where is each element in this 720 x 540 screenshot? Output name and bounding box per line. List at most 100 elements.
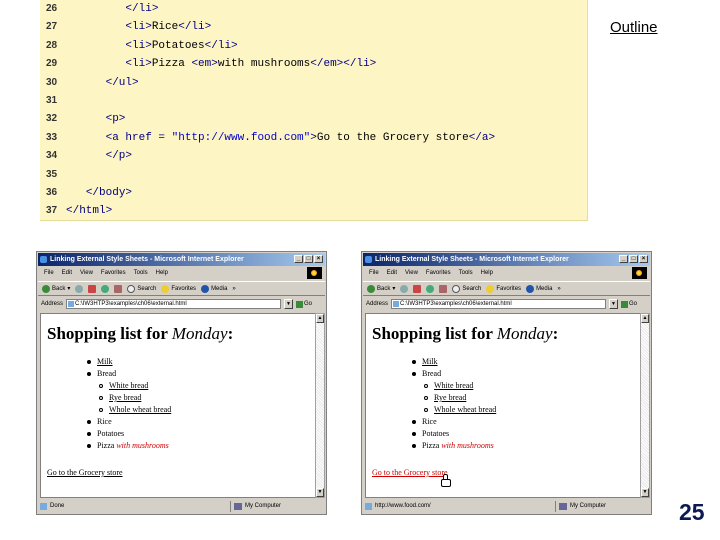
address-input[interactable]: C:\IW3HTP3\examples\ch06\external.html — [66, 299, 282, 309]
list-item-link[interactable]: Whole wheat bread — [109, 404, 171, 416]
minimize-button[interactable]: _ — [294, 255, 303, 263]
menu-favorites[interactable]: Favorites — [101, 267, 126, 280]
go-arrow-icon — [296, 300, 304, 308]
stop-icon — [88, 284, 97, 293]
media-button[interactable]: Media — [201, 282, 227, 295]
address-dropdown-button[interactable]: ▼ — [284, 299, 294, 309]
refresh-icon — [426, 284, 435, 293]
code-line: 35 — [40, 166, 588, 184]
code-line: 37 </html> — [40, 202, 588, 220]
code-token: </a> — [468, 131, 496, 144]
favorites-button[interactable]: Favorites — [486, 282, 521, 295]
back-button[interactable]: Back ▾ — [367, 282, 395, 295]
vertical-scrollbar[interactable]: ▲ ▼ — [315, 313, 325, 498]
browser-window-right: Linking External Style Sheets - Microsof… — [361, 251, 652, 515]
menu-tools[interactable]: Tools — [134, 267, 148, 280]
stop-button[interactable] — [413, 282, 422, 295]
home-icon — [114, 284, 123, 293]
address-input[interactable]: C:\IW3HTP3\examples\ch06\external.html — [391, 299, 607, 309]
code-line: 34 </p> — [40, 147, 588, 165]
refresh-button[interactable] — [101, 282, 110, 295]
list-item: Potatoes — [87, 428, 171, 440]
media-button[interactable]: Media — [526, 282, 552, 295]
code-line: 33 <a href = "http://www.food.com">Go to… — [40, 129, 588, 147]
maximize-button[interactable]: □ — [304, 255, 313, 263]
list-item-link[interactable]: Whole wheat bread — [434, 404, 496, 416]
code-token: </body> — [85, 187, 133, 199]
code-token: <p> — [105, 113, 126, 126]
line-number: 35 — [46, 168, 58, 180]
search-button[interactable]: Search — [127, 282, 156, 295]
code-token: > — [310, 131, 317, 144]
code-token: <em> — [191, 58, 218, 71]
list-item: Rice — [412, 416, 496, 428]
go-button[interactable]: Go — [621, 297, 637, 311]
list-item-link[interactable]: White bread — [109, 380, 148, 392]
menu-favorites[interactable]: Favorites — [426, 267, 451, 280]
list-item-link[interactable]: Rye bread — [109, 392, 141, 404]
list-item: Bread — [412, 368, 496, 380]
menu-tools[interactable]: Tools — [459, 267, 473, 280]
list-item: Milk — [87, 356, 171, 368]
code-token: with mushrooms — [217, 58, 311, 71]
menu-help[interactable]: Help — [156, 267, 168, 280]
forward-arrow-icon — [400, 284, 409, 293]
back-button[interactable]: Back ▾ — [42, 282, 70, 295]
page-icon — [40, 502, 47, 510]
toolbar-overflow-button[interactable]: » — [232, 282, 235, 295]
page-content: Shopping list for Monday: Milk Bread Whi… — [365, 313, 641, 498]
minimize-button[interactable]: _ — [619, 255, 628, 263]
address-dropdown-button[interactable]: ▼ — [609, 299, 619, 309]
list-item-link[interactable]: Milk — [422, 356, 438, 368]
list-item: Rye bread — [412, 392, 496, 404]
list-item: Pizza with mushrooms — [87, 440, 171, 452]
scroll-up-button[interactable]: ▲ — [641, 314, 649, 323]
grocery-store-link[interactable]: Go to the Grocery store — [47, 468, 123, 477]
code-token: <li> — [125, 21, 152, 34]
list-item-link[interactable]: White bread — [434, 380, 473, 392]
menu-edit[interactable]: Edit — [62, 267, 72, 280]
home-button[interactable] — [439, 282, 448, 295]
menu-file[interactable]: File — [44, 267, 54, 280]
line-number: 26 — [46, 3, 58, 14]
menu-view[interactable]: View — [405, 267, 418, 280]
outline-link[interactable]: Outline — [610, 19, 658, 36]
address-bar: Address C:\IW3HTP3\examples\ch06\externa… — [38, 297, 325, 311]
list-item-link[interactable]: Rye bread — [434, 392, 466, 404]
menu-help[interactable]: Help — [481, 267, 493, 280]
code-token: <li> — [125, 39, 152, 52]
refresh-button[interactable] — [426, 282, 435, 295]
toolbar-overflow-button[interactable]: » — [557, 282, 560, 295]
menu-edit[interactable]: Edit — [387, 267, 397, 280]
line-number: 34 — [46, 150, 58, 162]
scroll-up-button[interactable]: ▲ — [316, 314, 324, 323]
search-icon — [452, 284, 461, 293]
close-button[interactable]: × — [314, 255, 323, 263]
zone-label: My Computer — [570, 503, 607, 509]
vertical-scrollbar[interactable]: ▲ ▼ — [640, 313, 650, 498]
go-button[interactable]: Go — [296, 297, 312, 311]
menu-file[interactable]: File — [369, 267, 379, 280]
favorites-button[interactable]: Favorites — [161, 282, 196, 295]
line-number: 28 — [46, 39, 58, 51]
scroll-down-button[interactable]: ▼ — [316, 488, 324, 497]
forward-button[interactable] — [75, 282, 84, 295]
code-token: </li> — [204, 39, 238, 52]
search-button[interactable]: Search — [452, 282, 481, 295]
stop-button[interactable] — [88, 282, 97, 295]
shopping-list: Milk Bread White bread Rye bread Whole w… — [87, 356, 171, 452]
home-button[interactable] — [114, 282, 123, 295]
scroll-down-button[interactable]: ▼ — [641, 488, 649, 497]
window-titlebar: Linking External Style Sheets - Microsof… — [38, 253, 325, 266]
menu-view[interactable]: View — [80, 267, 93, 280]
maximize-button[interactable]: □ — [629, 255, 638, 263]
grocery-store-link-hovered[interactable]: Go to the Grocery store — [372, 468, 448, 477]
close-button[interactable]: × — [639, 255, 648, 263]
list-item-link[interactable]: Milk — [97, 356, 113, 368]
code-line: 29 <li>Pizza <em>with mushrooms</em></li… — [40, 55, 588, 73]
forward-button[interactable] — [400, 282, 409, 295]
stop-icon — [413, 284, 422, 293]
hand-cursor-icon — [441, 474, 451, 487]
